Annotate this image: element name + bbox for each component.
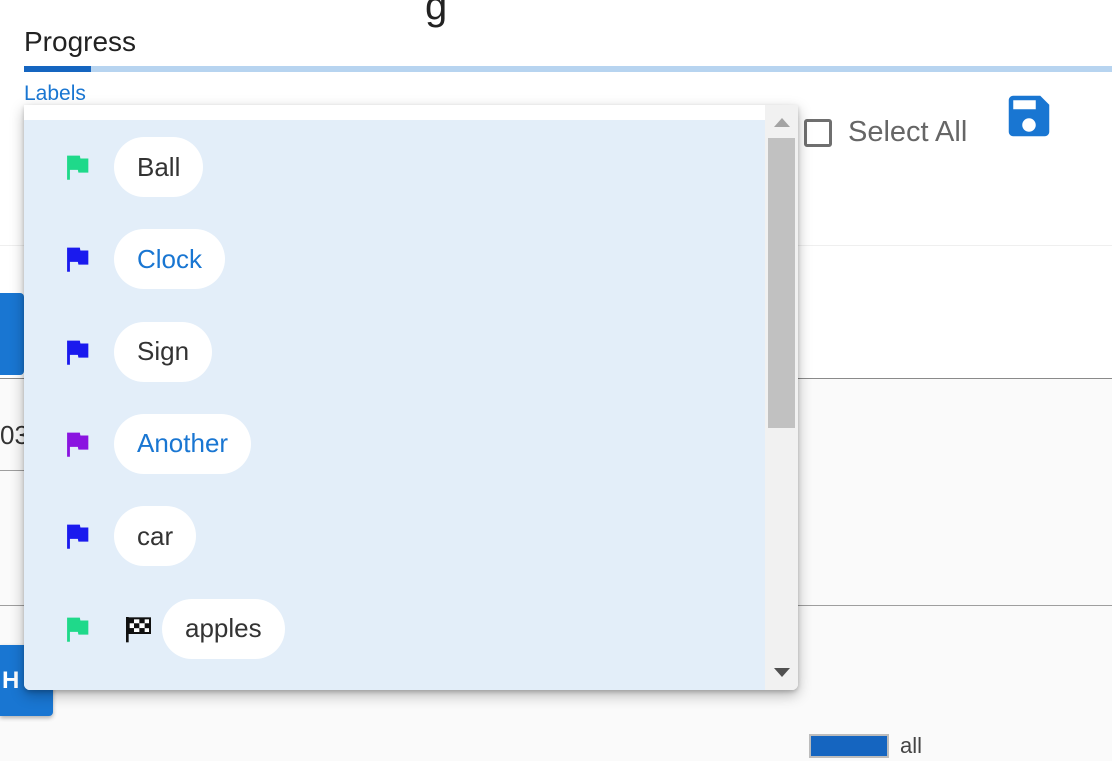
checkered-flag-icon (126, 616, 151, 642)
label-chip: Clock (114, 229, 226, 290)
progress-bar (24, 66, 1112, 72)
label-option-clock[interactable]: Clock (24, 221, 765, 297)
label-chip: apples (162, 598, 285, 659)
flag-icon (67, 617, 89, 642)
labels-dropdown[interactable]: Ball Clock Sign Another car apples (24, 105, 798, 690)
flag-icon (67, 432, 89, 457)
flag-icon (67, 247, 89, 273)
scroll-thumb[interactable] (768, 138, 795, 428)
divider (0, 470, 24, 471)
label-option-another[interactable]: Another (24, 406, 765, 482)
progress-bar-fill (24, 66, 92, 72)
select-all-label: Select All (848, 116, 968, 148)
dropdown-scrollbar[interactable] (765, 105, 798, 690)
label-chip: Another (114, 413, 252, 474)
legend-swatch (809, 734, 889, 758)
scroll-down-arrow-icon[interactable] (774, 668, 790, 677)
label-chip: car (114, 506, 197, 567)
scroll-up-arrow-icon[interactable] (774, 118, 790, 127)
flag-icon (67, 155, 89, 180)
legend-label: all (900, 733, 923, 758)
label-chip: Ball (114, 137, 204, 197)
flag-icon (67, 524, 89, 549)
label-option-apples[interactable]: apples (24, 591, 765, 667)
labels-link[interactable]: Labels (24, 82, 86, 106)
progress-label: Progress (24, 26, 137, 57)
labels-list: Ball Clock Sign Another car apples (24, 120, 765, 690)
page-title-fragment: g (425, 0, 448, 28)
action-button[interactable] (0, 293, 24, 375)
save-icon[interactable] (1002, 89, 1056, 143)
checkbox-box[interactable] (804, 118, 832, 147)
label-option-car[interactable]: car (24, 498, 765, 574)
label-option-sign[interactable]: Sign (24, 314, 765, 390)
h-button-label: H (2, 666, 20, 694)
flag-icon (67, 340, 89, 365)
label-chip: Sign (114, 321, 213, 382)
select-all-checkbox[interactable]: Select All (804, 116, 967, 149)
label-option-ball[interactable]: Ball (24, 129, 765, 205)
